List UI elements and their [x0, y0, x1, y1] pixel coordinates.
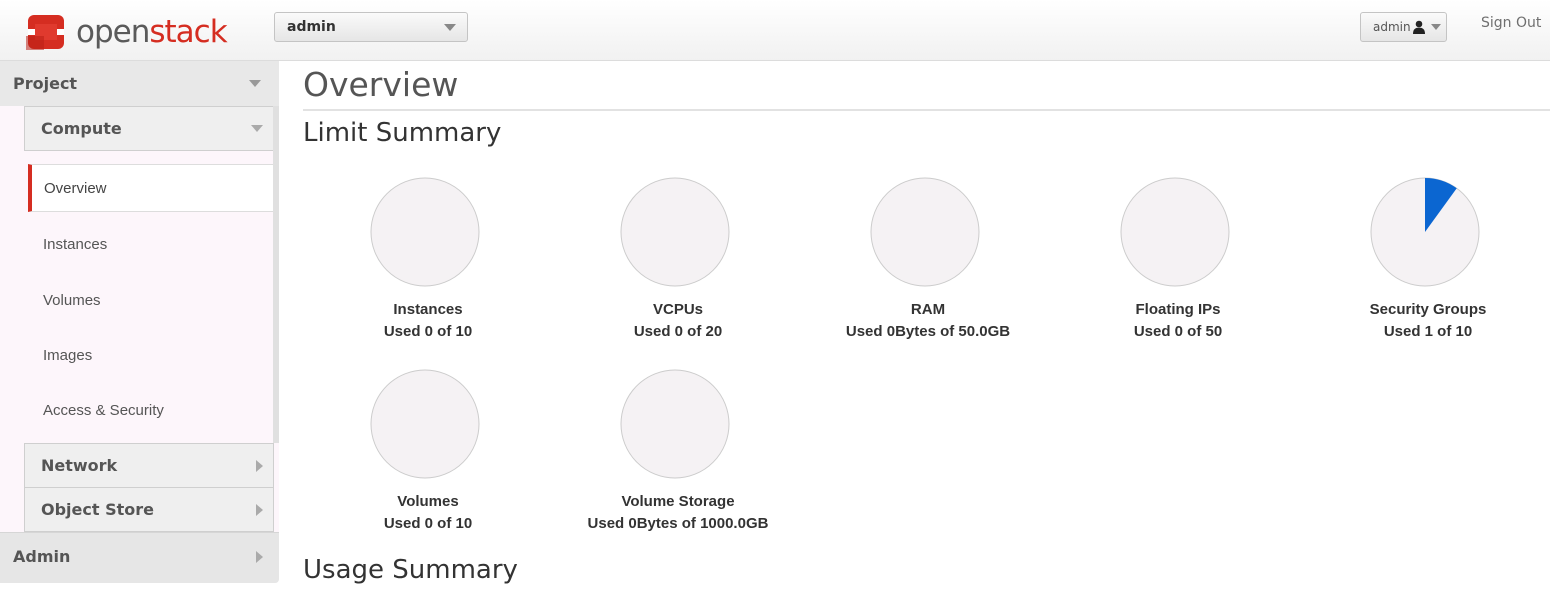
sidebar-panel-network[interactable]: Network — [24, 443, 274, 488]
limit-name: Volume Storage — [621, 493, 735, 510]
limit-name: Volumes — [397, 493, 459, 510]
limit-used: Used 0 of 20 — [633, 323, 723, 340]
limit-used: Used 1 of 10 — [1383, 323, 1473, 340]
pie-chart-instances — [370, 177, 480, 287]
top-bar: openstack admin admin Sign Out — [0, 0, 1550, 61]
pie-background — [370, 177, 480, 287]
limit-floating-ips: Floating IPs Used 0 of 50 — [1053, 176, 1303, 346]
chevron-down-icon — [1431, 24, 1441, 30]
limit-used: Used 0 of 50 — [1133, 323, 1223, 340]
sidebar-item-images[interactable]: Images — [28, 332, 273, 380]
user-menu-label: admin — [1373, 20, 1411, 34]
pie-chart-volume-storage — [620, 369, 730, 479]
logo-wordmark: openstack — [76, 14, 228, 50]
sidebar-compute-label: Compute — [41, 119, 122, 138]
openstack-logo-icon — [26, 15, 64, 50]
pie-chart-vcpus — [620, 177, 730, 287]
limit-summary-heading: Limit Summary — [303, 118, 502, 148]
sidebar-item-label: Volumes — [43, 292, 101, 309]
limit-used: Used 0 of 10 — [383, 515, 473, 532]
sidebar-item-access-security[interactable]: Access & Security — [28, 387, 273, 435]
sidebar-panel-object-store[interactable]: Object Store — [24, 487, 274, 532]
limit-vcpus: VCPUs Used 0 of 20 — [553, 176, 803, 346]
limit-volumes: Volumes Used 0 of 10 — [303, 368, 553, 538]
sidebar-item-label: Instances — [43, 236, 108, 253]
sidebar-network-label: Network — [41, 456, 118, 475]
sidebar-panel-compute[interactable]: Compute — [24, 106, 274, 151]
sidebar-item-volumes[interactable]: Volumes — [28, 277, 273, 325]
chevron-right-icon — [256, 460, 263, 472]
logo-text-open: open — [76, 14, 150, 50]
limit-name: Floating IPs — [1135, 301, 1221, 318]
page-title: Overview — [303, 65, 459, 104]
user-menu[interactable]: admin — [1360, 12, 1447, 42]
usage-summary-heading: Usage Summary — [303, 555, 518, 585]
pie-background — [1120, 177, 1230, 287]
pie-background — [870, 177, 980, 287]
project-selector[interactable]: admin — [274, 12, 468, 42]
chevron-down-icon — [251, 125, 263, 132]
pie-background — [620, 177, 730, 287]
pie-background — [620, 369, 730, 479]
limit-ram: RAM Used 0Bytes of 50.0GB — [803, 176, 1053, 346]
limit-security-groups: Security Groups Used 1 of 10 — [1303, 176, 1550, 346]
logo-text-stack: stack — [149, 14, 227, 50]
limit-instances: Instances Used 0 of 10 — [303, 176, 553, 346]
sidebar-item-label: Images — [43, 347, 93, 364]
sidebar-scrollbar[interactable] — [273, 106, 279, 443]
limit-used: Used 0Bytes of 50.0GB — [845, 323, 1011, 340]
project-selector-value: admin — [287, 19, 336, 35]
pie-chart-floating-ips — [1120, 177, 1230, 287]
openstack-logo[interactable]: openstack — [22, 10, 228, 54]
sidebar-item-label: Access & Security — [43, 402, 164, 419]
chevron-right-icon — [256, 504, 263, 516]
chevron-right-icon — [256, 551, 263, 563]
limit-used: Used 0Bytes of 1000.0GB — [587, 515, 769, 532]
sidebar-item-overview[interactable]: Overview — [28, 164, 279, 212]
limit-used: Used 0 of 10 — [383, 323, 473, 340]
pie-chart-security-groups — [1370, 177, 1480, 287]
sidebar: Project Compute Overview Instances Volum… — [0, 61, 279, 583]
sidebar-project-panel: Compute Overview Instances Volumes Image… — [0, 106, 279, 532]
title-divider — [303, 109, 1550, 111]
pie-chart-ram — [870, 177, 980, 287]
sidebar-admin-label: Admin — [13, 547, 71, 566]
sidebar-dashboard-admin[interactable]: Admin — [0, 532, 279, 583]
sidebar-item-instances[interactable]: Instances — [28, 221, 273, 269]
limit-name: Instances — [393, 301, 463, 318]
sidebar-object-store-label: Object Store — [41, 500, 154, 519]
pie-chart-volumes — [370, 369, 480, 479]
sidebar-dashboard-project[interactable]: Project — [0, 61, 279, 106]
sidebar-project-label: Project — [13, 74, 78, 93]
pie-background — [370, 369, 480, 479]
limit-name: Security Groups — [1369, 301, 1487, 318]
chevron-down-icon — [249, 80, 261, 87]
chevron-down-icon — [444, 24, 456, 31]
limit-volume-storage: Volume Storage Used 0Bytes of 1000.0GB — [553, 368, 803, 538]
user-icon — [1413, 20, 1425, 34]
limit-name: VCPUs — [652, 301, 704, 318]
sign-out-link[interactable]: Sign Out — [1481, 15, 1541, 31]
main-content: Overview Limit Summary Instances Used 0 … — [303, 61, 1550, 598]
limit-name: RAM — [910, 301, 946, 318]
sidebar-item-label: Overview — [44, 180, 107, 197]
